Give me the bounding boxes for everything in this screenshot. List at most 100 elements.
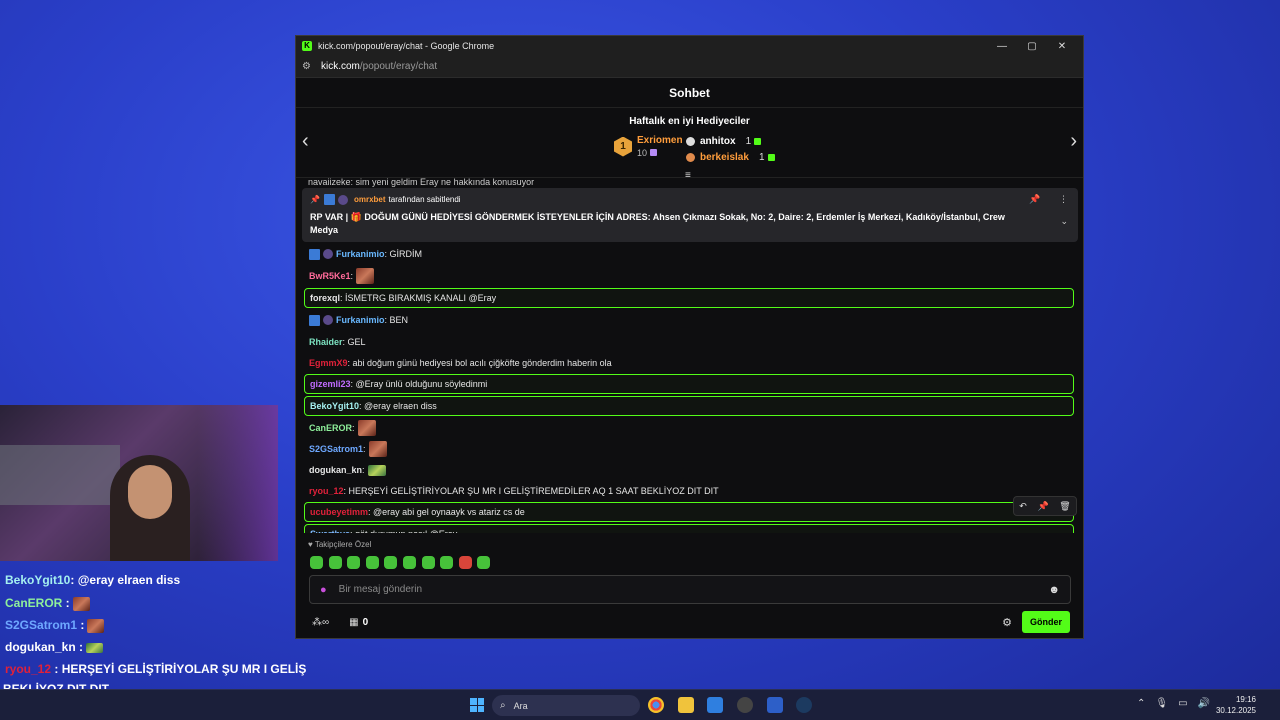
pin-message-icon[interactable]: 📌 <box>1037 501 1048 512</box>
address-bar[interactable]: ⚙ kick.com/popout/eray/chat <box>296 56 1083 78</box>
chat-username[interactable]: ryou_12 <box>309 486 344 496</box>
top-gifter-name: Exriomen <box>637 135 683 146</box>
overlay-text: : HERŞEYİ GELİŞTİRİYOLAR ŞU MR I GELİŞ <box>51 662 307 676</box>
chat-text: : GEL <box>342 337 366 347</box>
points-count: 0 <box>362 616 369 628</box>
chat-username[interactable]: ucubeyetimm <box>310 507 368 517</box>
top-gifter[interactable]: 1 Exriomen 10 <box>614 135 683 158</box>
emote-icon[interactable] <box>477 556 491 569</box>
gear-icon[interactable]: ⚙ <box>1002 616 1012 629</box>
emote-icon[interactable] <box>440 556 454 569</box>
volume-icon[interactable]: 🔊 <box>1198 698 1210 709</box>
pinned-message[interactable]: 📌 omrxbet tarafından sabitlendi RP VAR |… <box>302 188 1078 242</box>
chat-message[interactable]: BwR5Ke1: <box>304 266 1074 286</box>
emoji-icon[interactable]: ☻ <box>1048 584 1060 596</box>
chat-message[interactable]: dogukan_kn: <box>304 460 1074 480</box>
chat-username[interactable]: Furkanimio <box>336 315 385 325</box>
file-explorer-icon[interactable] <box>678 697 694 713</box>
chat-message[interactable]: S2GSatrom1: <box>304 439 1074 459</box>
chat-message[interactable]: Furkanimio: BEN <box>304 310 1074 330</box>
chevron-right-icon[interactable]: › <box>1070 130 1077 153</box>
steam-icon[interactable] <box>796 697 812 713</box>
chat-username[interactable]: Rhaider <box>309 337 343 347</box>
moderator-badge-icon <box>309 314 320 326</box>
reply-icon[interactable]: ↶ <box>1019 501 1027 512</box>
chat-message[interactable]: forexql: İSMETRG BIRAKMIŞ KANALI @Eray <box>304 288 1074 308</box>
network-icon[interactable]: ▭ <box>1178 698 1187 709</box>
chrome-icon[interactable] <box>648 697 664 713</box>
chat-username[interactable]: dogukan_kn <box>309 465 362 475</box>
emote-icon[interactable] <box>384 556 398 569</box>
overlay-chat-line: CanEROR : <box>5 596 90 611</box>
kick-logo-icon: K <box>302 41 312 51</box>
chat-username[interactable]: BekoYgit10 <box>310 401 359 411</box>
chat-message[interactable]: ucubeyetimm: @eray abi gel oynaayk vs at… <box>304 502 1074 522</box>
clock[interactable]: 19:16 30.12.2025 <box>1216 694 1256 716</box>
chat-username[interactable]: gizemli23 <box>310 379 351 389</box>
message-input[interactable]: ● Bir mesaj gönderin ☻ <box>309 575 1071 604</box>
emote-icon[interactable] <box>347 556 361 569</box>
windows-start-icon[interactable] <box>470 698 484 712</box>
chat-text: : @Eray ünlü olduğunu söyledinmi <box>350 379 488 389</box>
chat-username[interactable]: forexql <box>310 293 340 303</box>
app-icon[interactable] <box>737 697 753 713</box>
chat-username[interactable]: S2GSatrom1 <box>309 444 363 454</box>
chat-username[interactable]: EgmmX9 <box>309 358 348 368</box>
chat-username[interactable]: Furkanimio <box>336 249 385 259</box>
chat-text: : HERŞEYİ GELİŞTİRİYOLAR ŞU MR I GELİŞTİ… <box>343 486 719 496</box>
minimize-button[interactable]: — <box>987 41 1017 52</box>
taskbar-search[interactable]: ⌕ Ara <box>492 695 640 716</box>
emote-icon[interactable] <box>310 556 323 569</box>
delete-icon[interactable]: 🗑 <box>1059 501 1070 512</box>
emote-quickbar <box>310 556 496 569</box>
chat-message[interactable]: ryou_12: HERŞEYİ GELİŞTİRİYOLAR ŞU MR I … <box>304 481 1074 501</box>
search-icon: ⌕ <box>500 700 506 711</box>
send-button[interactable]: Gönder <box>1021 611 1070 633</box>
pinned-by-user[interactable]: omrxbet <box>354 195 386 204</box>
chevron-up-icon[interactable]: ⌃ <box>1137 698 1145 709</box>
top-gifters-panel: Haftalık en iyi Hediyeciler ‹ › 1 Exriom… <box>296 108 1083 181</box>
emote-icon <box>86 642 104 653</box>
emote-icon <box>87 618 105 633</box>
message-placeholder: Bir mesaj gönderin <box>338 584 423 595</box>
window-titlebar[interactable]: K kick.com/popout/eray/chat - Google Chr… <box>296 36 1083 56</box>
emote-icon <box>356 268 375 284</box>
chat-message[interactable]: EgmmX9: abi doğum günü hediyesi bol acıl… <box>304 353 1074 373</box>
store-app-icon[interactable] <box>707 697 723 713</box>
emote-icon[interactable] <box>365 556 379 569</box>
channel-points-icon[interactable]: ⁂∞ <box>312 617 329 628</box>
chat-message[interactable]: CanEROR: <box>304 418 1074 438</box>
emote-icon[interactable] <box>402 556 416 569</box>
chat-username[interactable]: Swarthys <box>310 529 350 533</box>
emote-icon[interactable] <box>458 556 472 569</box>
chat-username[interactable]: BwR5Ke1 <box>309 271 351 281</box>
app-icon[interactable] <box>767 697 783 713</box>
taskbar: ⌕ Ara ⌃ 🎙 ▭ 🔊 19:16 30.12.2025 <box>0 689 1280 720</box>
chat-text: : GİRDİM <box>384 249 423 259</box>
more-options-icon[interactable]: ⋮ <box>1059 194 1068 204</box>
url-path: /popout/eray/chat <box>359 61 438 72</box>
chat-message[interactable]: Furkanimio: GİRDİM <box>304 244 1074 264</box>
mic-icon[interactable]: 🎙 <box>1155 698 1168 709</box>
chat-message[interactable]: Rhaider: GEL <box>304 332 1074 352</box>
message-actions: ↶ 📌 🗑 <box>1013 496 1077 516</box>
chat-messages[interactable]: navaiizeke: sim yeni geldim Eray ne hakk… <box>296 178 1083 533</box>
emote-icon[interactable] <box>328 556 342 569</box>
overlay-text: : <box>75 640 84 654</box>
gifter-rank-3[interactable]: berkeislak 1 <box>686 152 775 163</box>
site-info-icon[interactable]: ⚙ <box>302 61 311 72</box>
emote-icon[interactable] <box>421 556 435 569</box>
chat-message[interactable]: Swarthys: göt durumun nasıl @Eray <box>304 524 1074 533</box>
chat-message[interactable]: BekoYgit10: @eray elraen diss <box>304 396 1074 416</box>
gifter-rank-2[interactable]: anhitox 1 <box>686 136 762 147</box>
chat-message[interactable]: gizemli23: @Eray ünlü olduğunu söyledinm… <box>304 374 1074 394</box>
chat-text: : @eray elraen diss <box>359 401 437 411</box>
mic-icon[interactable]: ● <box>320 584 327 596</box>
chat-username[interactable]: CanEROR <box>309 423 352 433</box>
maximize-button[interactable]: ▢ <box>1017 41 1047 52</box>
chevron-down-icon[interactable]: ⌄ <box>1060 216 1068 227</box>
store-icon[interactable]: ▦ <box>349 617 358 628</box>
unpin-icon[interactable]: 📌 <box>1029 194 1040 204</box>
close-button[interactable]: ✕ <box>1047 41 1077 52</box>
chevron-left-icon[interactable]: ‹ <box>302 130 309 153</box>
